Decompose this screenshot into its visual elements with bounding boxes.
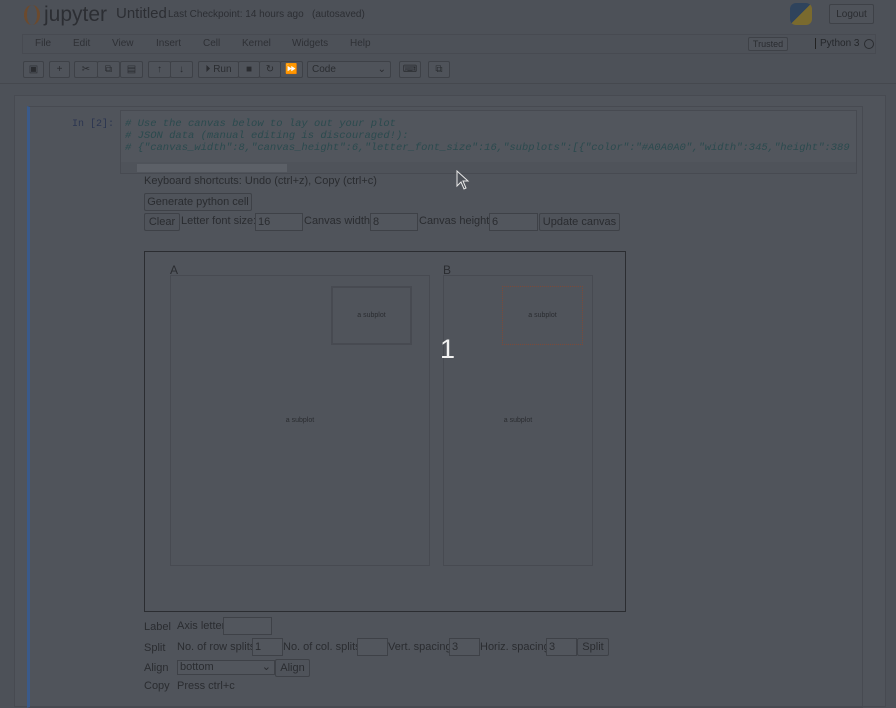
align-select[interactable]: bottom ⌄ [177,660,275,675]
menu-file[interactable]: File [35,38,51,49]
vert-spacing-label: Vert. spacing [388,641,452,653]
align-row-label: Align [144,662,169,674]
label-row-label: Label [144,621,171,633]
font-size-label: Letter font size: [181,215,257,227]
subplot-b-inset-selected[interactable]: a subplot [502,286,583,345]
code-line: # Use the canvas below to lay out your p… [125,118,396,130]
horiz-spacing-input[interactable]: 3 [546,638,577,656]
paste-icon: ▤ [126,64,137,75]
chevron-down-icon: ⌄ [261,661,271,673]
generate-python-cell-button[interactable]: Generate python cell [144,193,252,211]
input-prompt: In [2]: [72,119,115,130]
canvas-height-label: Canvas height: [419,215,493,227]
restart-icon: ↻ [265,64,275,75]
menu-edit[interactable]: Edit [73,38,90,49]
axis-letter-input[interactable] [223,617,272,635]
menu-cell[interactable]: Cell [203,38,220,49]
move-up-button[interactable]: ↑ [148,61,171,78]
step-number-overlay: 1 [440,334,456,364]
canvas-width-input[interactable]: 8 [370,213,418,231]
widgets-button[interactable]: ⧉ [428,61,450,78]
code-editor[interactable]: # Use the canvas below to lay out your p… [120,110,857,174]
menu-help[interactable]: Help [350,38,371,49]
canvas-height-input[interactable]: 6 [489,213,538,231]
copy-button[interactable]: ⧉ [97,61,120,78]
cut-button[interactable]: ✂ [74,61,98,78]
step-icon: ⏵ [205,64,211,75]
shortcuts-text: Keyboard shortcuts: Undo (ctrl+z), Copy … [144,175,377,187]
split-row-label: Split [144,642,166,654]
align-button[interactable]: Align [275,659,310,677]
vert-spacing-input[interactable]: 3 [449,638,480,656]
jupyter-logo[interactable]: jupyter [24,3,107,27]
col-splits-input[interactable] [357,638,388,656]
divider [0,83,896,84]
paste-button[interactable]: ▤ [120,61,143,78]
trusted-badge[interactable]: Trusted [748,37,788,51]
update-canvas-button[interactable]: Update canvas [539,213,620,231]
kernel-idle-icon [864,39,874,49]
arrow-up-icon: ↑ [157,64,162,75]
code-line: # {"canvas_width":8,"canvas_height":6,"l… [125,142,850,154]
keyboard-icon: ⌨ [402,64,418,75]
copy-row-label: Copy [144,680,170,692]
checkpoint-status: Last Checkpoint: 14 hours ago (autosaved… [168,9,365,20]
horiz-spacing-label: Horiz. spacing [480,641,550,653]
row-splits-input[interactable]: 1 [252,638,283,656]
row-splits-label: No. of row splits [177,641,256,653]
menu-kernel[interactable]: Kernel [242,38,271,49]
fast-forward-icon: ⏩ [285,64,298,75]
horizontal-scrollbar[interactable] [121,162,856,173]
windows-icon: ⧉ [435,64,443,75]
stop-icon: ■ [245,64,253,75]
interrupt-button[interactable]: ■ [238,61,260,78]
scrollbar-thumb[interactable] [137,164,287,172]
axis-letter-label: Axis letter [177,620,226,632]
save-button[interactable]: ▣ [23,61,44,78]
restart-run-all-button[interactable]: ⏩ [280,61,303,78]
copy-hint: Press ctrl+c [177,680,235,692]
chevron-down-icon: ⌄ [377,64,386,75]
canvas-width-label: Canvas width: [304,215,374,227]
jupyter-mark-icon [24,5,40,25]
run-button[interactable]: ⏵ Run [198,61,239,78]
notebook-title[interactable]: Untitled [116,5,167,22]
save-icon: ▣ [28,64,39,75]
cell-type-select[interactable]: Code ⌄ [307,61,391,78]
kernel-name: Python 3 [815,38,859,49]
move-down-button[interactable]: ↓ [170,61,193,78]
font-size-input[interactable]: 16 [255,213,303,231]
copy-icon: ⧉ [104,64,113,75]
menu-widgets[interactable]: Widgets [292,38,328,49]
restart-button[interactable]: ↻ [259,61,281,78]
col-splits-label: No. of col. splits [283,641,361,653]
logout-button[interactable]: Logout [829,4,874,24]
subplot-a-inset[interactable]: a subplot [331,286,412,345]
python-logo-icon [790,3,812,25]
insert-cell-button[interactable]: + [49,61,70,78]
scissors-icon: ✂ [81,64,91,75]
menu-view[interactable]: View [112,38,134,49]
plus-icon: + [56,64,63,75]
mouse-cursor-icon [456,170,470,190]
clear-button[interactable]: Clear [144,213,180,231]
menu-insert[interactable]: Insert [156,38,181,49]
split-button[interactable]: Split [577,638,609,656]
command-palette-button[interactable]: ⌨ [399,61,421,78]
arrow-down-icon: ↓ [179,64,184,75]
code-line: # JSON data (manual editing is discourag… [125,130,409,142]
